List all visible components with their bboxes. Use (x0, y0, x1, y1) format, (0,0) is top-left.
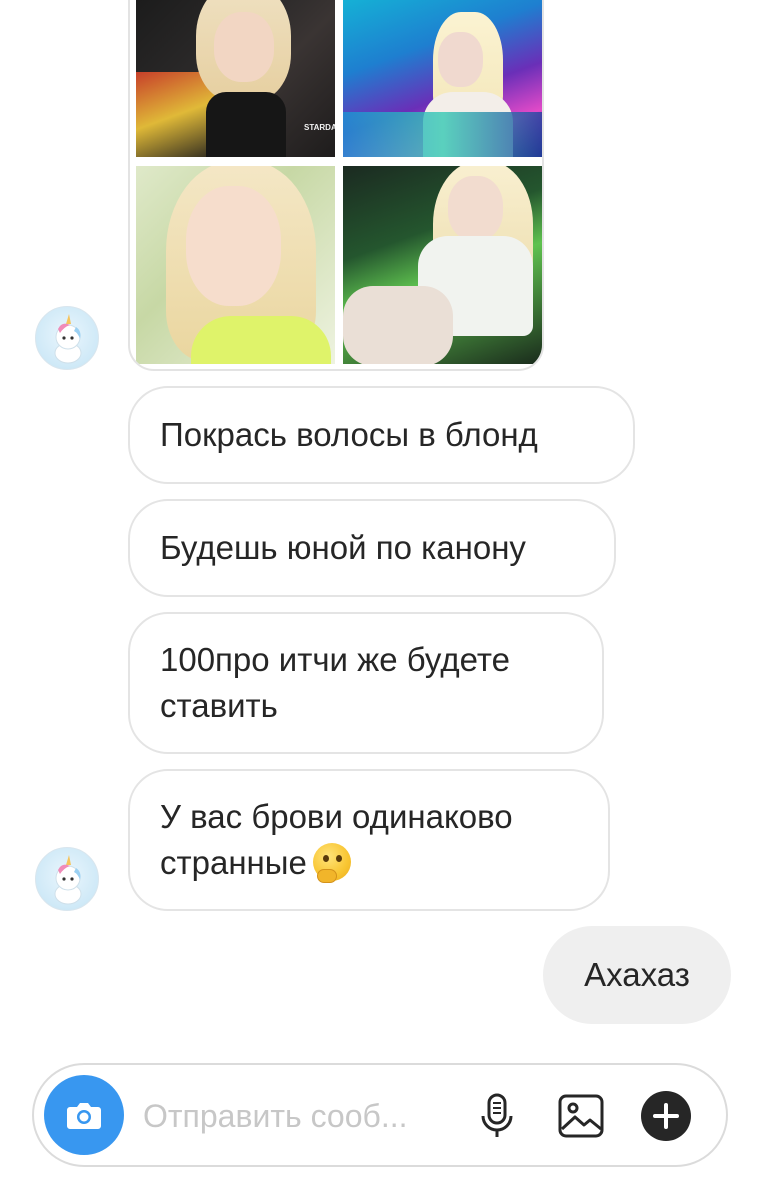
message-bubble[interactable]: У вас брови одинаково странные (128, 769, 610, 911)
photo-4[interactable] (343, 166, 542, 364)
camera-icon (67, 1103, 101, 1129)
camera-button[interactable] (44, 1075, 124, 1155)
message-text: 100про итчи же будете ставить (160, 641, 510, 724)
photo-watermark: STARDAIL (304, 123, 335, 132)
unicorn-avatar-icon (54, 314, 82, 364)
photo-grid-message[interactable]: STARDAIL (128, 0, 544, 371)
photo-1[interactable]: STARDAIL (136, 0, 335, 157)
sender-avatar[interactable] (35, 847, 99, 911)
message-input[interactable]: Отправить сооб... (143, 1092, 408, 1140)
message-bubble[interactable]: Покрась волосы в блонд (128, 386, 635, 484)
photo-3[interactable] (136, 166, 335, 364)
message-input-placeholder: Отправить сооб... (143, 1098, 408, 1134)
my-message-bubble[interactable]: Ахахаз (543, 926, 731, 1024)
gallery-icon (558, 1094, 604, 1138)
thinking-face-icon (312, 843, 351, 883)
plus-icon (641, 1091, 691, 1141)
message-text: Ахахаз (584, 956, 690, 993)
message-text: Будешь юной по канону (160, 529, 526, 566)
message-text: Покрась волосы в блонд (160, 416, 538, 453)
unicorn-avatar-icon (54, 855, 82, 905)
microphone-icon (481, 1093, 513, 1137)
message-bubble[interactable]: Будешь юной по канону (128, 499, 616, 597)
voice-message-button[interactable] (471, 1090, 523, 1142)
sender-avatar[interactable] (35, 306, 99, 370)
gallery-button[interactable] (554, 1090, 608, 1142)
photo-2[interactable] (343, 0, 542, 157)
message-bubble[interactable]: 100про итчи же будете ставить (128, 612, 604, 754)
more-actions-button[interactable] (640, 1090, 692, 1142)
